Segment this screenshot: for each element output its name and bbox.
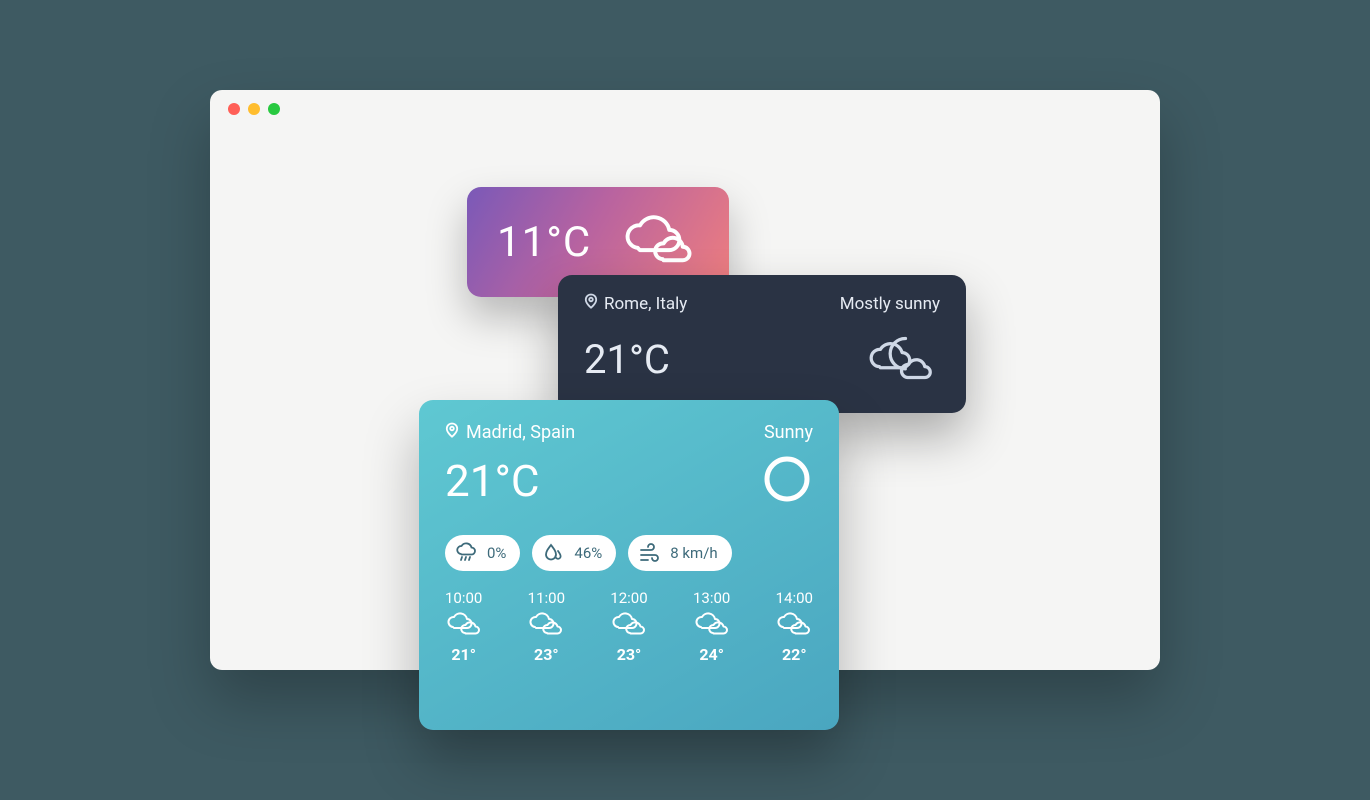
humidity-value: 46% [574,544,602,562]
hour-time: 10:00 [445,589,482,607]
window-close-button[interactable] [228,103,240,115]
precipitation-pill: 0% [445,535,520,571]
weather-card-medium[interactable]: Rome, Italy Mostly sunny 21°C [558,275,966,413]
hour-item: 13:00 24° [693,589,730,664]
hour-temp: 22° [782,645,807,664]
temperature-value: 11°C [497,218,591,267]
wind-value: 8 km/h [670,544,717,562]
weather-metrics: 0% 46% 8 km/h [445,535,813,571]
precipitation-value: 0% [487,544,506,562]
cloudy-icon [777,611,811,641]
hour-item: 14:00 22° [776,589,813,664]
wind-icon [638,542,660,564]
cloudy-icon [447,611,481,641]
location-label: Madrid, Spain [445,422,575,443]
cloudy-icon [529,611,563,641]
hour-temp: 24° [699,645,724,664]
window-titlebar [210,90,1160,128]
pin-icon [584,293,598,314]
wind-pill: 8 km/h [628,535,731,571]
condition-text: Mostly sunny [840,294,940,314]
hour-temp: 21° [451,645,476,664]
sunny-icon [761,453,813,509]
partly-cloudy-icon [862,327,940,393]
temperature-value: 21°C [584,336,670,383]
hour-item: 10:00 21° [445,589,482,664]
hour-time: 12:00 [610,589,647,607]
location-text: Rome, Italy [604,294,687,314]
hour-time: 13:00 [693,589,730,607]
window-minimize-button[interactable] [248,103,260,115]
hour-temp: 23° [534,645,559,664]
hour-item: 12:00 23° [610,589,647,664]
humidity-icon [542,542,564,564]
hourly-forecast: 10:00 21° 11:00 23° 12:00 23° 13:00 24° … [445,589,813,664]
hour-time: 14:00 [776,589,813,607]
pin-icon [445,422,459,443]
location-text: Madrid, Spain [466,422,575,443]
cloudy-icon [612,611,646,641]
rain-icon [455,542,477,564]
hour-item: 11:00 23° [528,589,565,664]
condition-text: Sunny [764,422,813,443]
cloudy-icon [613,205,703,279]
cloudy-icon [695,611,729,641]
weather-card-large[interactable]: Madrid, Spain Sunny 21°C 0% 46% 8 km/h 1… [419,400,839,730]
hour-time: 11:00 [528,589,565,607]
humidity-pill: 46% [532,535,616,571]
temperature-value: 21°C [445,455,540,507]
hour-temp: 23° [617,645,642,664]
window-maximize-button[interactable] [268,103,280,115]
location-label: Rome, Italy [584,293,687,314]
